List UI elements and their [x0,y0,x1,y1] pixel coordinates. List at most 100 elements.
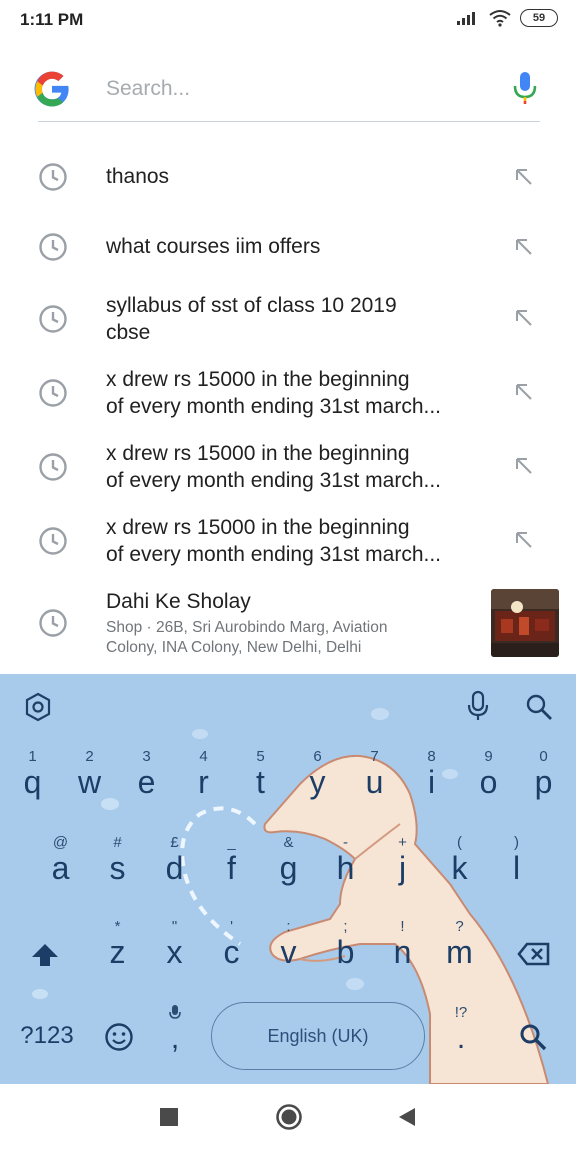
key-s[interactable]: # s [89,832,146,904]
key-label: j [398,850,407,886]
search-action-key[interactable] [504,1002,562,1070]
key-i[interactable]: 8i [403,746,460,818]
suggestion-item[interactable]: syllabus of sst of class 10 2019 cbse [0,292,576,358]
keyboard-toolbar [0,674,576,738]
virtual-keyboard: 1q 2w 3e 4r 5t 6y 7u 8i 9o 0p @ a # s £ d _… [0,674,576,1084]
backspace-key[interactable] [505,916,562,988]
fill-query-arrow-icon[interactable] [512,380,536,404]
key-hint: 9 [484,748,493,765]
fill-query-arrow-icon[interactable] [512,306,536,330]
key-u[interactable]: 7u [346,746,403,818]
place-name: Dahi Ke Sholay [106,590,251,613]
key-label: w [77,764,102,800]
suggestion-text-line: cbse [106,321,151,344]
key-w[interactable]: 2w [61,746,118,818]
search-icon[interactable] [524,692,554,722]
key-hint: 1 [28,748,37,765]
key-e[interactable]: 3e [118,746,175,818]
period-key-label: . [456,1022,466,1055]
place-detail: Shop · 26B, Sri Aurobindo Marg, Aviation [106,619,388,636]
key-y[interactable]: 6y [289,746,346,818]
key-q[interactable]: 1q [4,746,61,818]
key-label: q [23,764,42,800]
suggestion-item[interactable]: x drew rs 15000 in the beginning of ever… [0,440,576,506]
history-clock-icon [39,379,67,407]
google-logo-icon[interactable] [33,70,71,108]
suggestion-text: thanos [106,165,170,188]
key-o[interactable]: 9o [460,746,517,818]
key-hint: # [113,834,122,851]
navigation-bar [0,1084,576,1152]
key-c[interactable]: ' c [203,916,260,988]
key-t[interactable]: 5t [232,746,289,818]
emoji-key[interactable] [92,1002,146,1070]
voice-input-icon[interactable] [466,690,490,722]
wifi-icon [489,10,511,27]
shift-key[interactable] [16,916,73,988]
suggestion-item[interactable]: x drew rs 15000 in the beginning of ever… [0,366,576,432]
place-suggestion[interactable]: Dahi Ke Sholay Shop · 26B, Sri Aurobindo… [0,588,576,664]
key-label: c [223,934,240,970]
suggestion-item[interactable]: x drew rs 15000 in the beginning of ever… [0,514,576,580]
key-p[interactable]: 0p [515,746,572,818]
spacebar-language-label: English (UK) [267,1025,369,1046]
back-triangle-icon[interactable] [397,1107,417,1127]
fill-query-arrow-icon[interactable] [512,528,536,552]
settings-hexagon-icon[interactable] [24,692,52,722]
key-hint: _ [227,834,236,851]
key-hint: ? [455,918,464,935]
symbols-key[interactable]: ?123 [12,1002,82,1070]
key-g[interactable]: & g [260,832,317,904]
fill-query-arrow-icon[interactable] [512,454,536,478]
shift-arrow-icon [32,944,58,966]
suggestion-item[interactable]: thanos [0,160,576,220]
suggestion-item[interactable]: what courses iim offers [0,230,576,290]
status-time: 1:11 PM [20,10,84,29]
search-bar [34,60,540,122]
status-bar: 1:11 PM 59 [0,0,576,40]
period-hint: !? [454,1004,468,1021]
key-f[interactable]: _ f [203,832,260,904]
key-label: h [336,850,355,886]
key-k[interactable]: (k [431,832,488,904]
key-label: p [534,764,553,800]
key-b[interactable]: ; b [317,916,374,988]
suggestion-text-line: x drew rs 15000 in the beginning [106,368,410,391]
key-l[interactable]: ) l [488,832,545,904]
recent-apps-square-icon[interactable] [160,1108,178,1126]
key-a[interactable]: @ a [32,832,89,904]
key-h[interactable]: -h [317,832,374,904]
key-label: d [165,850,184,886]
key-z[interactable]: * z [89,916,146,988]
key-label: y [309,764,326,800]
suggestion-text-line: of every month ending 31st march... [106,395,442,418]
spacebar[interactable]: English (UK) [211,1002,425,1070]
key-label: k [451,850,468,886]
history-clock-icon [39,163,67,191]
key-n[interactable]: ! n [374,916,431,988]
key-d[interactable]: £ d [146,832,203,904]
key-j[interactable]: + j [374,832,431,904]
fill-query-arrow-icon[interactable] [512,165,536,189]
key-hint: * [114,918,121,935]
place-thumbnail [491,589,559,657]
key-r[interactable]: 4r [175,746,232,818]
key-hint: ) [514,834,519,851]
search-icon [520,1024,547,1051]
key-label: i [427,764,436,800]
key-x[interactable]: " x [146,916,203,988]
fill-query-arrow-icon[interactable] [512,235,536,259]
key-label: t [256,764,265,800]
battery-indicator: 59 [520,9,558,27]
comma-key[interactable]: , [150,1002,200,1070]
key-hint: 4 [199,748,208,765]
key-hint: ( [457,834,462,851]
suggestion-text-line: of every month ending 31st march... [106,469,442,492]
voice-search-icon[interactable] [512,70,538,106]
home-circle-icon[interactable] [275,1103,303,1131]
search-input[interactable] [106,74,486,104]
key-m[interactable]: ? m [431,916,488,988]
key-label: x [166,934,183,970]
period-key[interactable]: !? . [436,1002,486,1070]
key-v[interactable]: :v [260,916,317,988]
